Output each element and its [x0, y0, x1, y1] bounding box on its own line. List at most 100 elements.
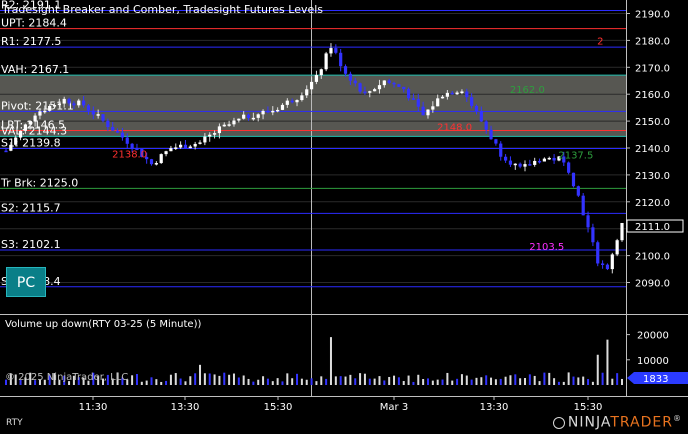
candle — [309, 81, 314, 90]
candle — [62, 98, 66, 104]
price-chart[interactable]: R2: 2191.1UPT: 2184.4R1: 2177.5VAH: 2167… — [0, 0, 688, 434]
candle — [518, 163, 522, 167]
pc-button[interactable]: PC — [6, 267, 46, 297]
candle — [431, 106, 435, 110]
candle — [450, 92, 454, 95]
candle — [533, 160, 537, 165]
level-label: Tr Brk: 2125.0 — [0, 176, 78, 189]
volume-bar — [262, 376, 265, 385]
candle — [159, 154, 163, 164]
candle — [436, 98, 440, 107]
volume-bar — [407, 375, 410, 385]
candle — [193, 143, 197, 147]
candle — [426, 109, 430, 116]
candle — [319, 69, 323, 76]
volume-bar — [296, 373, 299, 385]
volume-bar — [232, 373, 235, 385]
volume-bar — [252, 381, 255, 385]
candle — [465, 91, 469, 98]
candle — [552, 157, 556, 161]
candle — [605, 264, 610, 270]
level-label: VAH: 2167.1 — [1, 63, 69, 76]
volume-bar — [247, 378, 250, 385]
level-annotation: 2103.5 — [529, 242, 564, 253]
volume-tick-label: 10000 — [637, 356, 669, 367]
candle — [237, 118, 241, 121]
volume-bar — [378, 376, 381, 385]
ninjatrader-logo: NINJATRADER® — [552, 414, 682, 431]
candle — [523, 164, 527, 167]
volume-bar — [397, 377, 400, 385]
level-label: VAL: 2144.3 — [1, 124, 67, 137]
candle — [600, 263, 605, 265]
candle — [324, 53, 328, 70]
volume-tick-label: 20000 — [637, 331, 669, 342]
candle — [9, 144, 13, 151]
volume-bar — [291, 378, 294, 385]
volume-bar — [533, 375, 536, 385]
candle — [508, 160, 513, 165]
volume-bar — [596, 354, 599, 385]
candle — [33, 115, 37, 122]
volume-bar — [131, 375, 134, 385]
candle — [387, 80, 391, 83]
volume-bar — [509, 375, 512, 385]
volume-bar — [562, 381, 565, 385]
candle — [120, 132, 125, 138]
candle — [188, 146, 192, 149]
candle — [334, 48, 338, 53]
volume-bar — [494, 379, 497, 385]
level-annotation: 2162.0 — [510, 85, 545, 96]
volume-bar — [165, 380, 168, 385]
candle — [285, 100, 289, 105]
volume-bar — [281, 381, 284, 385]
candle — [280, 104, 285, 110]
volume-bar — [189, 376, 192, 385]
candle — [290, 100, 294, 103]
candle — [615, 240, 619, 255]
candle — [149, 159, 154, 165]
volume-bar — [237, 377, 240, 385]
candle — [67, 98, 71, 104]
copyright: © 2025 NinjaTrader, LLC — [5, 372, 129, 383]
candle — [494, 139, 498, 144]
volume-bar — [456, 378, 459, 385]
candle — [440, 96, 445, 99]
instrument-tab[interactable]: RTY — [6, 418, 23, 428]
volume-bar — [310, 378, 313, 385]
volume-bar — [266, 378, 269, 385]
volume-bar — [422, 379, 425, 385]
volume-bar — [504, 376, 507, 385]
volume-bar — [160, 381, 163, 385]
candle — [567, 162, 571, 173]
volume-bar — [557, 381, 560, 385]
candle — [130, 143, 134, 149]
candle — [261, 110, 265, 115]
y-tick-label: 2190.0 — [635, 10, 670, 21]
candle — [581, 195, 585, 216]
candle — [591, 227, 595, 243]
volume-bar — [325, 378, 328, 385]
volume-bar — [446, 372, 449, 385]
candle — [125, 137, 129, 144]
candle — [52, 105, 57, 107]
volume-bar — [577, 377, 580, 385]
candle — [256, 114, 260, 118]
volume-bar — [528, 374, 531, 385]
candle — [460, 91, 464, 93]
candle — [596, 242, 600, 264]
x-tick-label: 13:30 — [480, 402, 509, 413]
volume-bar — [441, 379, 444, 385]
candle — [198, 142, 202, 144]
level-label: R1: 2177.5 — [1, 35, 61, 48]
volume-bar — [485, 375, 488, 385]
candle — [474, 105, 479, 112]
level-annotation: 2 — [597, 36, 603, 47]
candle — [4, 150, 8, 153]
candle — [212, 133, 217, 135]
candle — [72, 103, 76, 106]
volume-bar — [169, 374, 172, 385]
x-tick-label: 11:30 — [79, 402, 108, 413]
volume-bar — [606, 339, 609, 385]
candle — [183, 144, 188, 149]
